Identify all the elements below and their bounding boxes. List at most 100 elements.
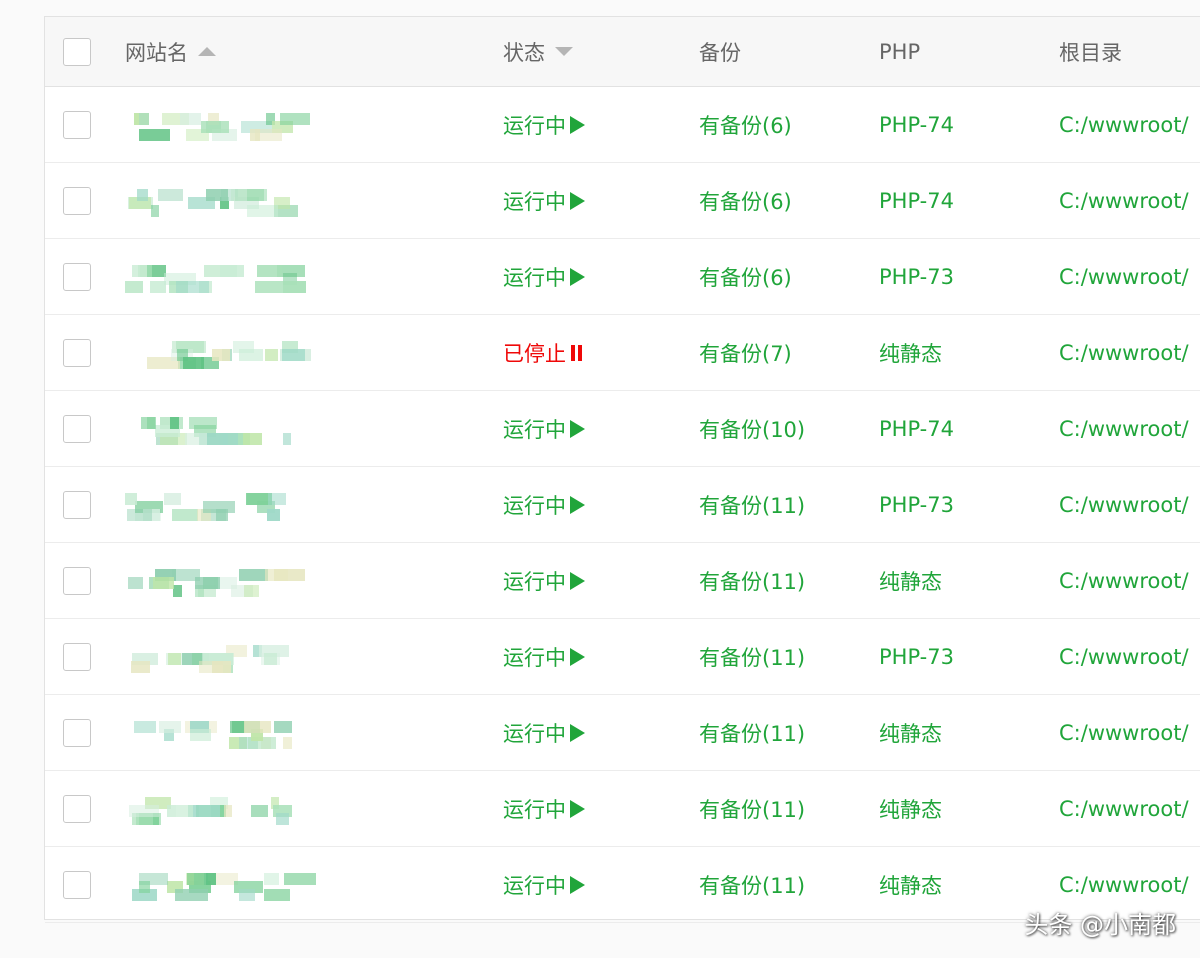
status-label: 运行中 <box>503 721 566 746</box>
status-running[interactable]: 运行中 <box>503 163 585 238</box>
column-header-name[interactable]: 网站名 <box>125 17 485 86</box>
site-name-redacted[interactable] <box>125 239 485 314</box>
status-running[interactable]: 运行中 <box>503 543 585 618</box>
status-running[interactable]: 运行中 <box>503 695 585 770</box>
row-checkbox-cell <box>63 543 91 618</box>
play-icon <box>570 267 585 286</box>
php-version-link[interactable]: PHP-74 <box>879 163 954 238</box>
root-dir-link[interactable]: C:/wwwroot/ <box>1059 315 1189 390</box>
php-version-link[interactable]: 纯静态 <box>879 847 942 922</box>
redacted-mosaic <box>125 561 305 601</box>
status-running[interactable]: 运行中 <box>503 847 585 922</box>
backup-link[interactable]: 有备份(7) <box>699 315 792 390</box>
status-label: 运行中 <box>503 189 566 214</box>
backup-link[interactable]: 有备份(11) <box>699 695 805 770</box>
php-version-link[interactable]: 纯静态 <box>879 771 942 846</box>
status-label: 运行中 <box>503 797 566 822</box>
site-name-redacted[interactable] <box>125 771 485 846</box>
status-running[interactable]: 运行中 <box>503 239 585 314</box>
sort-asc-icon[interactable] <box>198 47 216 56</box>
php-version-link[interactable]: 纯静态 <box>879 315 942 390</box>
root-dir-link[interactable]: C:/wwwroot/ <box>1059 239 1189 314</box>
row-checkbox-cell <box>63 847 91 922</box>
row-checkbox-cell <box>63 239 91 314</box>
root-dir-link[interactable]: C:/wwwroot/ <box>1059 695 1189 770</box>
php-version-link[interactable]: PHP-74 <box>879 391 954 466</box>
status-label: 运行中 <box>503 569 566 594</box>
row-checkbox-cell <box>63 315 91 390</box>
backup-link[interactable]: 有备份(11) <box>699 771 805 846</box>
backup-link[interactable]: 有备份(11) <box>699 619 805 694</box>
php-version-link[interactable]: 纯静态 <box>879 695 942 770</box>
status-label: 运行中 <box>503 873 566 898</box>
table-row: 运行中 有备份(6) PHP-74 C:/wwwroot/ <box>45 87 1200 163</box>
column-header-php-label: PHP <box>879 39 921 64</box>
php-version-link[interactable]: PHP-73 <box>879 239 954 314</box>
status-label: 运行中 <box>503 493 566 518</box>
row-checkbox[interactable] <box>63 110 91 139</box>
backup-link[interactable]: 有备份(11) <box>699 543 805 618</box>
play-icon <box>570 647 585 666</box>
root-dir-link[interactable]: C:/wwwroot/ <box>1059 467 1189 542</box>
row-checkbox[interactable] <box>63 642 91 671</box>
row-checkbox[interactable] <box>63 566 91 595</box>
status-running[interactable]: 运行中 <box>503 771 585 846</box>
backup-link[interactable]: 有备份(6) <box>699 163 792 238</box>
row-checkbox[interactable] <box>63 490 91 519</box>
play-icon <box>570 799 585 818</box>
site-name-redacted[interactable] <box>125 619 485 694</box>
root-dir-link[interactable]: C:/wwwroot/ <box>1059 87 1189 162</box>
site-name-redacted[interactable] <box>125 467 485 542</box>
status-stopped[interactable]: 已停止 <box>503 315 582 390</box>
row-checkbox[interactable] <box>63 794 91 823</box>
row-checkbox-cell <box>63 87 91 162</box>
column-header-status[interactable]: 状态 <box>503 17 573 86</box>
redacted-mosaic <box>125 105 310 145</box>
table-row: 运行中 有备份(11) PHP-73 C:/wwwroot/ <box>45 467 1200 543</box>
root-dir-link[interactable]: C:/wwwroot/ <box>1059 391 1189 466</box>
row-checkbox[interactable] <box>63 186 91 215</box>
php-version-link[interactable]: 纯静态 <box>879 543 942 618</box>
site-name-redacted[interactable] <box>125 163 485 238</box>
redacted-mosaic <box>125 333 311 373</box>
select-all-checkbox[interactable] <box>63 37 91 66</box>
play-icon <box>570 191 585 210</box>
status-running[interactable]: 运行中 <box>503 391 585 466</box>
site-name-redacted[interactable] <box>125 87 485 162</box>
site-name-redacted[interactable] <box>125 847 485 922</box>
sort-desc-icon[interactable] <box>555 47 573 56</box>
backup-link[interactable]: 有备份(10) <box>699 391 805 466</box>
site-name-redacted[interactable] <box>125 315 485 390</box>
php-version-link[interactable]: PHP-73 <box>879 619 954 694</box>
root-dir-link[interactable]: C:/wwwroot/ <box>1059 771 1189 846</box>
backup-link[interactable]: 有备份(6) <box>699 87 792 162</box>
site-name-redacted[interactable] <box>125 695 485 770</box>
status-running[interactable]: 运行中 <box>503 467 585 542</box>
backup-link[interactable]: 有备份(11) <box>699 467 805 542</box>
pause-icon <box>571 344 582 361</box>
redacted-mosaic <box>125 637 305 677</box>
row-checkbox[interactable] <box>63 870 91 899</box>
row-checkbox[interactable] <box>63 338 91 367</box>
status-running[interactable]: 运行中 <box>503 619 585 694</box>
root-dir-link[interactable]: C:/wwwroot/ <box>1059 163 1189 238</box>
site-name-redacted[interactable] <box>125 543 485 618</box>
backup-link[interactable]: 有备份(11) <box>699 847 805 922</box>
table-row: 运行中 有备份(6) PHP-74 C:/wwwroot/ <box>45 163 1200 239</box>
backup-link[interactable]: 有备份(6) <box>699 239 792 314</box>
redacted-mosaic <box>125 181 305 221</box>
php-version-link[interactable]: PHP-74 <box>879 87 954 162</box>
root-dir-link[interactable]: C:/wwwroot/ <box>1059 543 1189 618</box>
redacted-mosaic <box>125 485 305 525</box>
row-checkbox[interactable] <box>63 718 91 747</box>
status-running[interactable]: 运行中 <box>503 87 585 162</box>
row-checkbox[interactable] <box>63 262 91 291</box>
site-name-redacted[interactable] <box>125 391 485 466</box>
row-checkbox[interactable] <box>63 414 91 443</box>
root-dir-link[interactable]: C:/wwwroot/ <box>1059 619 1189 694</box>
table-row: 运行中 有备份(10) PHP-74 C:/wwwroot/ <box>45 391 1200 467</box>
play-icon <box>570 875 585 894</box>
php-version-link[interactable]: PHP-73 <box>879 467 954 542</box>
redacted-mosaic <box>125 409 305 449</box>
table-header: 网站名 状态 备份 PHP 根目录 <box>45 17 1200 87</box>
